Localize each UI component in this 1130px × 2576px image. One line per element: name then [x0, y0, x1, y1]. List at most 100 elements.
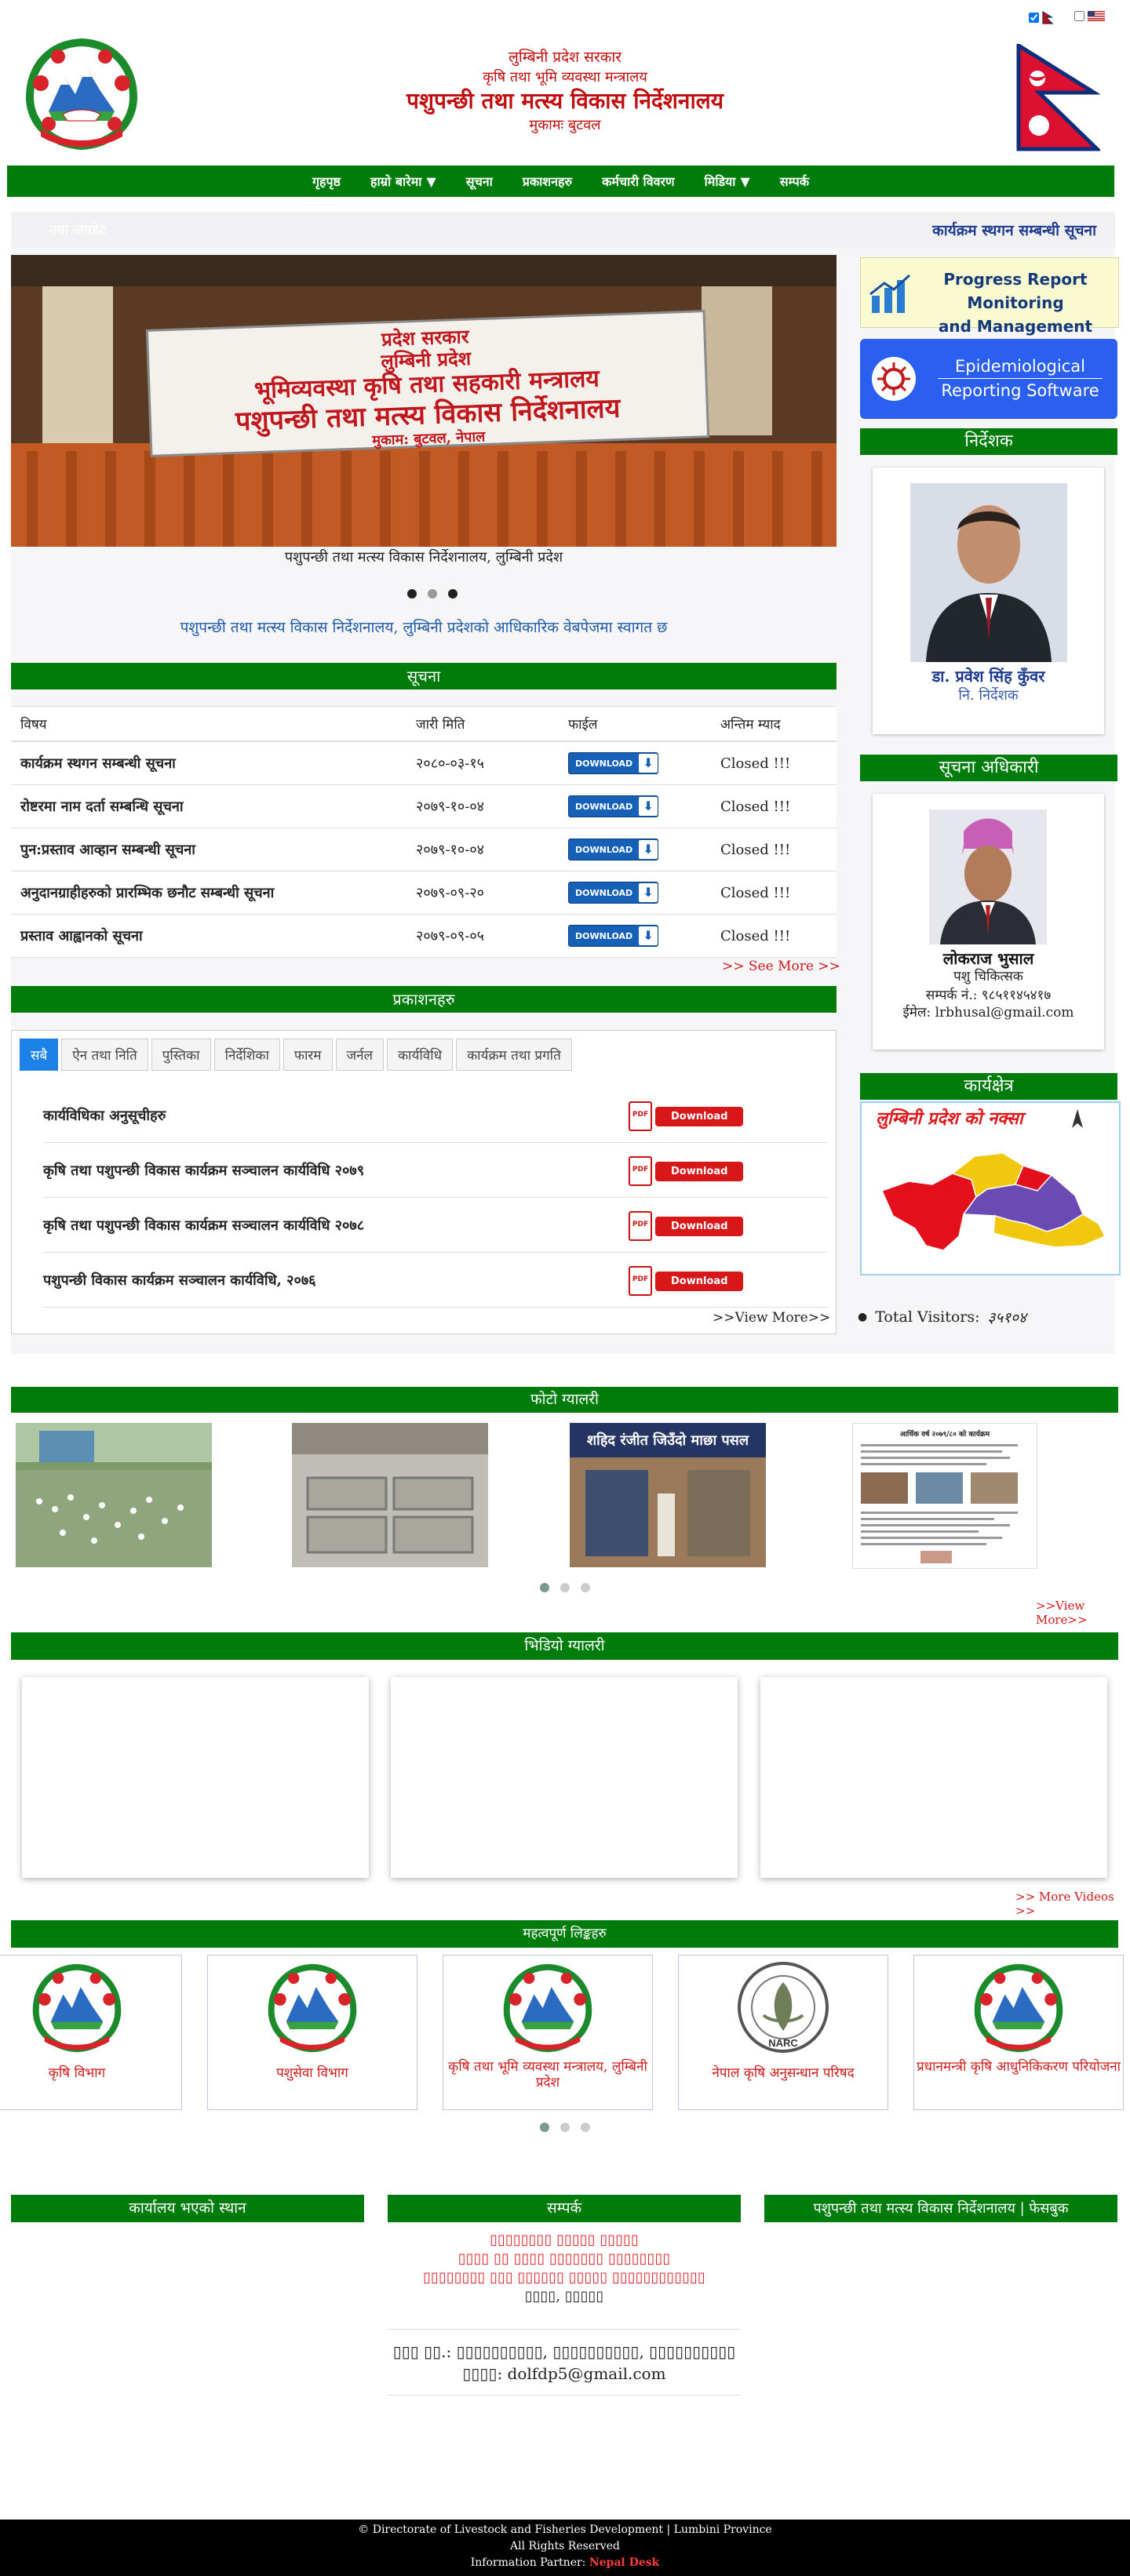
publication-title[interactable]: पशुपन्छी विकास कार्यक्रम सञ्चालन कार्यवि… — [43, 1271, 316, 1290]
link-card-livestock-dept[interactable]: पशुसेवा विभाग — [207, 1955, 417, 2110]
download-button[interactable]: DOWNLOAD ⬇ — [568, 839, 659, 860]
slider-dot[interactable] — [407, 589, 417, 599]
contact-line-4: ▯▯▯▯, ▯▯▯▯▯ — [524, 2288, 604, 2305]
province-map[interactable]: लुम्बिनी प्रदेश को नक्सा — [860, 1101, 1121, 1275]
notice-status: Closed !!! — [711, 741, 837, 785]
gallery-dot[interactable] — [581, 1583, 590, 1592]
bullet-icon: ● — [858, 1311, 868, 1323]
download-arrow-icon: ⬇ — [639, 840, 658, 859]
notice-subject[interactable]: अनुदानग्राहीहरुको प्रारम्भिक छनौट सम्बन्… — [11, 871, 406, 915]
director-card: डा. प्रवेश सिंह कुँवर नि. निर्देशक — [873, 468, 1104, 734]
work-area-heading: कार्यक्षेत्र — [860, 1073, 1117, 1100]
pdf-download-button[interactable]: PDF Download — [629, 1211, 744, 1241]
epi-banner-line-1: Epidemiological — [955, 357, 1085, 376]
pdf-download-button[interactable]: PDF Download — [629, 1101, 744, 1131]
site-footer: © Directorate of Livestock and Fisheries… — [0, 2520, 1130, 2576]
slider-dot[interactable] — [448, 589, 457, 599]
links-dot[interactable] — [581, 2123, 590, 2132]
nepali-checkbox[interactable] — [1029, 13, 1039, 23]
progress-report-banner[interactable]: Progress Report Monitoring and Managemen… — [860, 257, 1119, 359]
nepal-emblem-icon — [32, 1963, 122, 2053]
link-name: कृषि विभाग — [48, 2065, 106, 2081]
notice-subject[interactable]: प्रस्ताव आह्वानको सूचना — [11, 914, 406, 958]
download-button[interactable]: DOWNLOAD ⬇ — [568, 752, 659, 774]
gallery-photo[interactable]: शहिद रंजीत जिउँदो माछा पसल — [570, 1423, 766, 1567]
tab-booklets[interactable]: पुस्तिका — [151, 1039, 211, 1071]
gallery-view-more-link[interactable]: >>View More>> — [1036, 1599, 1130, 1627]
link-card-pmamp[interactable]: प्रधानमन्त्री कृषि आधुनिकिकरण परियोजना — [913, 1955, 1124, 2110]
info-officer-name: लोकराज भुसाल — [942, 949, 1034, 968]
notice-subject[interactable]: कार्यक्रम स्थगन सम्बन्धी सूचना — [11, 741, 406, 785]
english-checkbox[interactable] — [1074, 11, 1084, 21]
tab-procedures[interactable]: कार्यविधि — [387, 1039, 454, 1071]
video-embed[interactable] — [391, 1677, 738, 1878]
tab-acts-policies[interactable]: ऐन तथा निति — [61, 1039, 148, 1071]
nav-item-contact[interactable]: सम्पर्क — [780, 173, 809, 190]
progress-banner-line-1: Progress Report Monitoring — [943, 270, 1088, 312]
download-label: DOWNLOAD — [575, 887, 633, 898]
tab-journals[interactable]: जर्नल — [335, 1039, 385, 1071]
header-title: पशुपन्छी तथा मत्स्य विकास निर्देशनालय — [406, 88, 724, 114]
pdf-download-button[interactable]: PDF Download — [629, 1266, 744, 1296]
notice-subject[interactable]: रोष्टरमा नाम दर्ता सम्बन्धि सूचना — [11, 784, 406, 828]
nav-item-media[interactable]: मिडिया ▼ — [705, 173, 750, 190]
hero-slider-image[interactable]: प्रदेश सरकार लुम्बिनी प्रदेश भूमिव्यवस्थ… — [11, 255, 837, 547]
gallery-photo[interactable] — [292, 1423, 488, 1567]
facebook-heading: पशुपन्छी तथा मत्स्य विकास निर्देशनालय | … — [764, 2195, 1117, 2222]
links-dot[interactable] — [560, 2123, 570, 2132]
publication-title[interactable]: कृषि तथा पशुपन्छी विकास कार्यक्रम सञ्चाल… — [43, 1216, 364, 1235]
nav-item-staff[interactable]: कर्मचारी विवरण — [602, 173, 674, 190]
tab-guidelines[interactable]: निर्देशिका — [213, 1039, 280, 1071]
visitor-counter: ● Total Visitors: ३५१०४ — [858, 1307, 1026, 1327]
pdf-icon: PDF — [629, 1266, 652, 1296]
bar-chart-icon — [869, 274, 911, 313]
notice-status: Closed !!! — [711, 914, 837, 958]
video-embed[interactable] — [22, 1677, 369, 1878]
gallery-dot[interactable] — [540, 1583, 549, 1592]
slider-caption: पशुपन्छी तथा मत्स्य विकास निर्देशनालय, ल… — [284, 549, 563, 566]
epidemiological-banner[interactable]: Epidemiological Reporting Software — [860, 339, 1117, 419]
notice-subject[interactable]: पुन:प्रस्ताव आव्हान सम्बन्धी सूचना — [11, 828, 406, 871]
gallery-dot[interactable] — [560, 1583, 570, 1592]
nav-item-publications[interactable]: प्रकाशनहरु — [523, 173, 572, 190]
notices-see-more-link[interactable]: >> See More >> — [722, 959, 840, 974]
link-card-ministry[interactable]: कृषि तथा भूमि व्यवस्था मन्त्रालय, लुम्बि… — [443, 1955, 653, 2110]
list-item: कार्यविधिका अनुसूचीहरु PDF Download — [43, 1087, 828, 1143]
tab-all[interactable]: सबै — [20, 1039, 59, 1071]
pdf-download-button[interactable]: PDF Download — [629, 1156, 744, 1186]
download-button[interactable]: DOWNLOAD ⬇ — [568, 882, 659, 904]
more-videos-link[interactable]: >> More Videos >> — [1015, 1890, 1130, 1918]
publication-tabs: सबै ऐन तथा निति पुस्तिका निर्देशिका फारम… — [20, 1039, 572, 1071]
publication-title[interactable]: कार्यविधिका अनुसूचीहरु — [43, 1106, 166, 1125]
publication-title[interactable]: कृषि तथा पशुपन्छी विकास कार्यक्रम सञ्चाल… — [43, 1161, 364, 1180]
nepali-language-toggle[interactable] — [1029, 11, 1053, 24]
tab-programs-progress[interactable]: कार्यक्रम तथा प्रगति — [456, 1039, 572, 1071]
nav-item-about[interactable]: हाम्रो बारेमा ▼ — [370, 173, 436, 190]
link-card-agriculture-dept[interactable]: कृषि विभाग — [0, 1955, 182, 2110]
download-button[interactable]: DOWNLOAD ⬇ — [568, 925, 659, 947]
english-language-toggle[interactable] — [1074, 11, 1105, 21]
slider-dot[interactable] — [428, 589, 437, 599]
links-dots — [540, 2123, 590, 2132]
gallery-photo[interactable] — [16, 1423, 212, 1567]
list-item: पशुपन्छी विकास कार्यक्रम सञ्चालन कार्यवि… — [43, 1252, 828, 1308]
info-officer-email[interactable]: ईमेल: lrbhusal@gmail.com — [873, 1002, 1104, 1021]
footer-partner-label: Information Partner: — [470, 2556, 586, 2569]
tab-forms[interactable]: फारम — [282, 1039, 333, 1071]
nav-item-home[interactable]: गृहपृष्ठ — [312, 173, 341, 190]
director-role: नि. निर्देशक — [958, 687, 1019, 704]
contact-email[interactable]: ▯▯▯▯: dolfdp5@gmail.com — [388, 2363, 741, 2385]
publications-view-more-link[interactable]: >>View More>> — [713, 1310, 830, 1326]
link-card-narc[interactable]: NARC नेपाल कृषि अनुसन्धान परिषद — [678, 1955, 888, 2110]
director-heading: निर्देशक — [860, 428, 1117, 455]
nav-item-notices[interactable]: सूचना — [466, 173, 493, 190]
links-dot[interactable] — [540, 2123, 549, 2132]
gallery-photo[interactable]: आर्थिक वर्ष २०७९/८० को कार्यक्रम — [852, 1423, 1037, 1569]
important-links-heading: महत्वपूर्ण लिङ्कहरु — [11, 1920, 1118, 1948]
ticker-news-link[interactable]: कार्यक्रम स्थगन सम्बन्धी सूचना — [932, 220, 1096, 240]
footer-partner-link[interactable]: Nepal Desk — [589, 2556, 659, 2569]
notices-table: विषय जारी मिति फाईल अन्तिम म्याद कार्यक्… — [11, 706, 837, 958]
download-button[interactable]: DOWNLOAD ⬇ — [568, 795, 659, 817]
video-embed[interactable] — [760, 1677, 1107, 1878]
footer-copyright: © Directorate of Livestock and Fisheries… — [358, 2523, 772, 2536]
